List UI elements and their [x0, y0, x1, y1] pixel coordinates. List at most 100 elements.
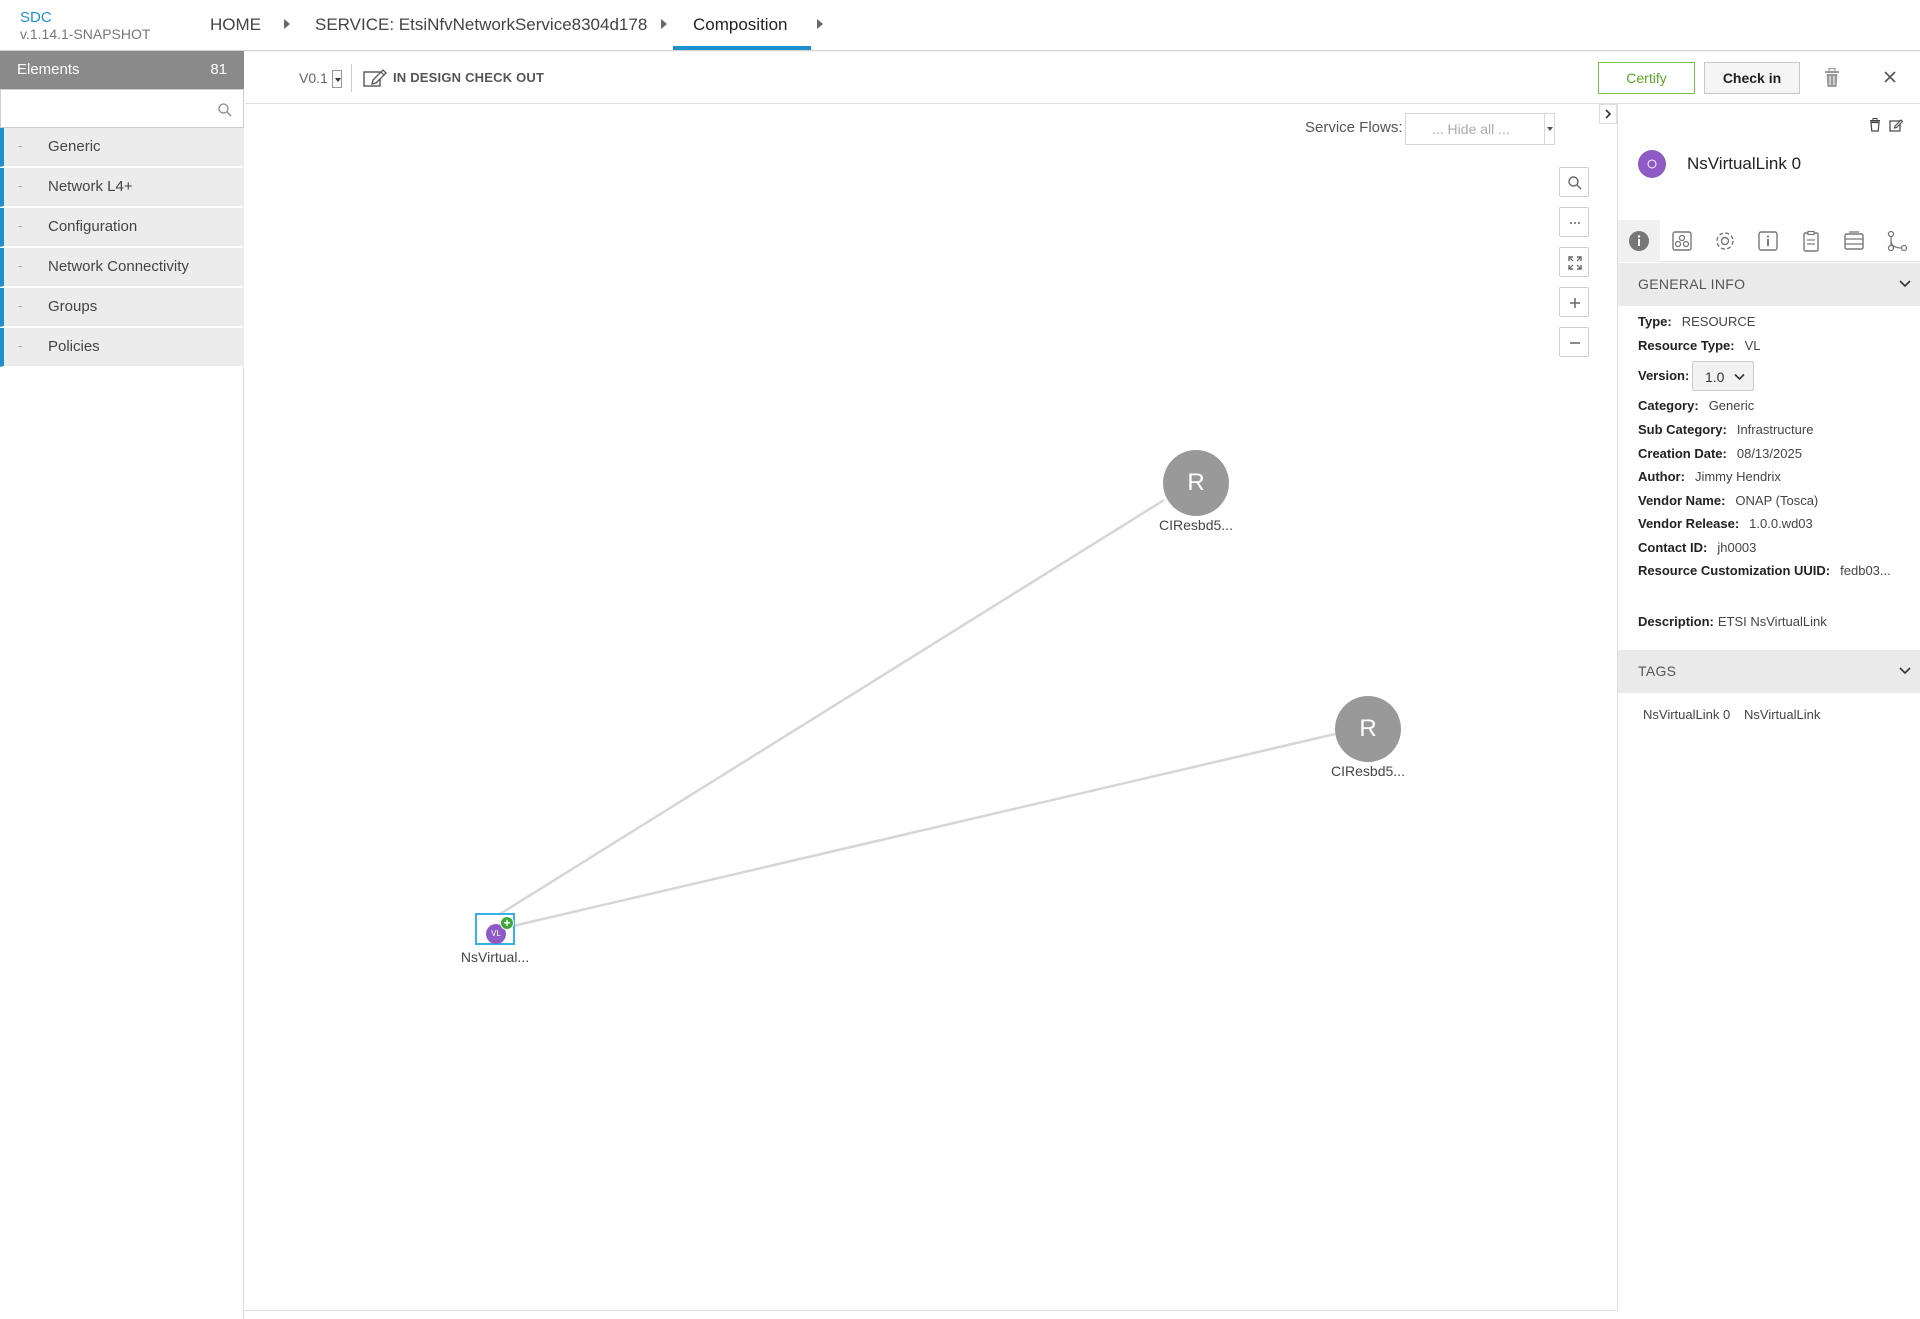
palette-category-configuration[interactable]: - Configuration — [0, 208, 244, 247]
field-type: Type: RESOURCE — [1638, 314, 1755, 329]
breadcrumb-arrow-icon[interactable] — [661, 19, 667, 29]
zoom-out-button[interactable] — [1559, 327, 1589, 357]
version-select[interactable]: V0.1 — [299, 70, 328, 86]
relation-edge[interactable] — [491, 498, 1165, 921]
field-version: Version: 1.0 — [1638, 361, 1754, 391]
field-label: Category: — [1638, 398, 1699, 413]
version-dropdown[interactable]: 1.0 — [1692, 361, 1754, 391]
gear-icon — [1716, 232, 1734, 250]
collapse-dash-icon: - — [18, 258, 23, 273]
zoom-in-button[interactable] — [1559, 287, 1589, 317]
workspace-toolbar: V0.1 IN DESIGN CHECK OUT Certify Check i… — [245, 52, 1920, 104]
elements-count: 81 — [210, 61, 227, 78]
node-label[interactable]: CIResbd5... — [1146, 517, 1246, 533]
expand-icon — [1568, 256, 1582, 270]
breadcrumb-home[interactable]: HOME — [210, 15, 261, 35]
top-nav-bar: SDC v.1.14.1-SNAPSHOT HOME SERVICE: Etsi… — [0, 0, 1920, 51]
general-info-title: GENERAL INFO — [1638, 276, 1746, 292]
relations-layer — [491, 498, 1336, 928]
tab-information[interactable] — [1747, 220, 1789, 262]
close-icon[interactable] — [1881, 68, 1899, 86]
resource-node-icon[interactable]: R — [1335, 696, 1401, 762]
delete-icon[interactable] — [1868, 118, 1882, 132]
field-label: Vendor Release: — [1638, 516, 1740, 531]
category-label: Groups — [48, 298, 98, 315]
fit-to-screen-button[interactable] — [1559, 247, 1589, 277]
canvas-search-button[interactable] — [1559, 167, 1589, 197]
breadcrumb-composition[interactable]: Composition — [693, 15, 788, 35]
artifacts-icon — [1672, 231, 1692, 251]
add-relation-icon[interactable]: + — [500, 916, 514, 930]
field-value: ONAP (Tosca) — [1735, 493, 1819, 508]
info-filled-icon — [1629, 231, 1649, 251]
edit-icon[interactable] — [1889, 118, 1903, 132]
version-value: 1.0 — [1705, 369, 1725, 385]
tab-properties[interactable] — [1704, 220, 1746, 262]
breadcrumb-service[interactable]: SERVICE: EtsiNfvNetworkService8304d178 — [315, 15, 647, 35]
field-label: Description: — [1638, 614, 1714, 629]
breadcrumb-arrow-icon[interactable] — [284, 19, 290, 29]
tab-api[interactable] — [1833, 220, 1875, 262]
component-details-panel: NsVirtualLink 0 GENERAL INFO Type: RESOUR… — [1617, 104, 1920, 1311]
category-label: Generic — [48, 138, 101, 155]
panel-collapse-button[interactable] — [1599, 104, 1617, 124]
field-label: Version: — [1638, 368, 1690, 383]
tab-general-info[interactable] — [1618, 220, 1660, 262]
canvas-more-button[interactable] — [1559, 207, 1589, 237]
field-value: RESOURCE — [1681, 314, 1756, 329]
brand[interactable]: SDC v.1.14.1-SNAPSHOT — [20, 9, 150, 43]
collapse-dash-icon: - — [18, 218, 23, 233]
elements-header: Elements 81 — [0, 51, 244, 89]
certify-button[interactable]: Certify — [1598, 62, 1695, 94]
chevron-down-icon — [1899, 280, 1911, 288]
tags-list: NsVirtualLink 0 NsVirtualLink — [1643, 707, 1903, 727]
version-dropdown-icon[interactable] — [332, 70, 342, 88]
tags-section-header[interactable]: TAGS — [1618, 650, 1920, 693]
tab-relations[interactable] — [1876, 220, 1918, 262]
palette-category-groups[interactable]: - Groups — [0, 288, 244, 327]
check-in-button[interactable]: Check in — [1704, 62, 1800, 94]
category-label: Network L4+ — [48, 178, 133, 195]
search-icon[interactable] — [217, 102, 233, 118]
field-creation-date: Creation Date: 08/13/2025 — [1638, 446, 1802, 461]
field-value: Jimmy Hendrix — [1694, 469, 1781, 484]
tags-title: TAGS — [1638, 663, 1677, 679]
service-flows-value: ... Hide all ... — [1432, 121, 1510, 137]
palette-category-generic[interactable]: - Generic — [0, 128, 244, 167]
brand-version: v.1.14.1-SNAPSHOT — [20, 26, 151, 42]
plus-icon — [1570, 298, 1580, 308]
info-box-icon — [1758, 231, 1778, 251]
field-label: Vendor Name: — [1638, 493, 1726, 508]
elements-search-input[interactable] — [7, 96, 207, 122]
palette-category-network-l4[interactable]: - Network L4+ — [0, 168, 244, 207]
field-description: Description: ETSI NsVirtualLink — [1638, 614, 1827, 629]
field-value: VL — [1744, 338, 1761, 353]
service-flows-select[interactable]: ... Hide all ... — [1405, 113, 1555, 145]
node-label[interactable]: NsVirtual... — [445, 949, 545, 965]
chevron-down-icon — [1899, 667, 1911, 675]
elements-title: Elements — [17, 61, 80, 78]
clipboard-icon — [1803, 230, 1819, 252]
trash-icon[interactable] — [1824, 68, 1840, 88]
resource-node-icon[interactable]: R — [1163, 450, 1229, 516]
tag-item: NsVirtualLink — [1744, 707, 1821, 722]
breadcrumb-arrow-icon[interactable] — [817, 19, 823, 29]
vl-avatar-icon — [1638, 150, 1666, 178]
general-info-section-header[interactable]: GENERAL INFO — [1618, 263, 1920, 306]
chevron-down-icon — [1544, 114, 1554, 144]
node-label[interactable]: CIResbd5... — [1318, 763, 1418, 779]
field-label: Sub Category: — [1638, 422, 1727, 437]
field-value: Infrastructure — [1736, 422, 1814, 437]
palette-category-policies[interactable]: - Policies — [0, 328, 244, 367]
composition-canvas[interactable]: Service Flows: ... Hide all ... R CIResb… — [245, 104, 1615, 1311]
category-label: Network Connectivity — [48, 258, 189, 275]
collapse-dash-icon: - — [18, 298, 23, 313]
field-label: Type: — [1638, 314, 1672, 329]
tab-requirements[interactable] — [1790, 220, 1832, 262]
virtual-link-node[interactable]: VL + — [475, 913, 515, 945]
chevron-down-icon — [1734, 373, 1745, 381]
tab-deployment-artifacts[interactable] — [1661, 220, 1703, 262]
field-value: 1.0.0.wd03 — [1749, 516, 1813, 531]
palette-category-network-connectivity[interactable]: - Network Connectivity — [0, 248, 244, 287]
search-icon — [1568, 176, 1582, 190]
